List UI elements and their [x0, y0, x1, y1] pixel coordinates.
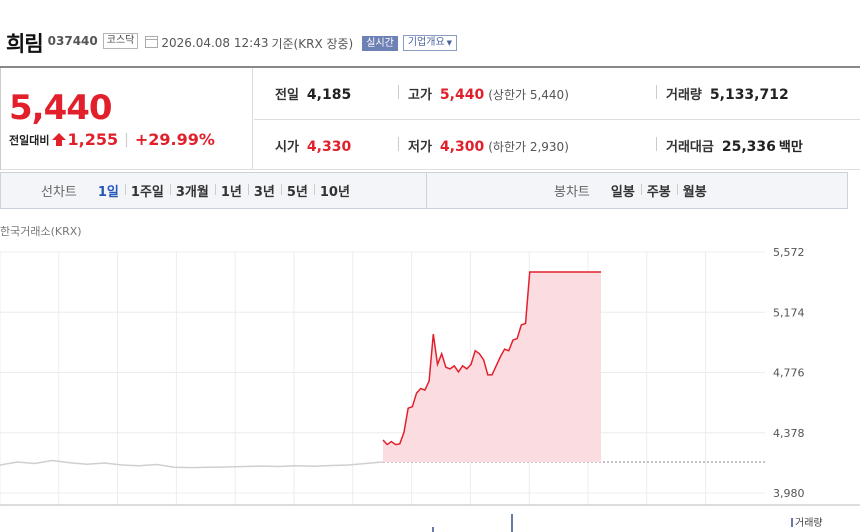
candle-chart-tabs: 봉차트 일봉 주봉 월봉	[554, 173, 713, 208]
market-badge: 코스닥	[102, 33, 139, 49]
stat-value: 5,133,712	[709, 87, 789, 103]
change-percent: +29.99%	[134, 130, 215, 149]
company-overview-button[interactable]: 기업개요 ▼	[402, 35, 458, 51]
stat-prev-close: 전일 4,185	[275, 84, 351, 103]
realtime-badge[interactable]: 실시간	[362, 35, 398, 51]
y-tick-label: 3,980	[773, 487, 805, 500]
chevron-down-icon: ▼	[446, 39, 453, 47]
y-tick-label: 4,378	[773, 427, 805, 440]
stat-label: 전일	[275, 88, 299, 103]
today-area-fill	[383, 271, 601, 462]
tab-10year[interactable]: 10년	[313, 181, 356, 200]
line-chart-tabs: 선차트 1일 1주일 3개월 1년 3년 5년 10년	[41, 173, 356, 208]
tab-3month[interactable]: 3개월	[169, 181, 215, 200]
volume-label: 거래량	[791, 514, 823, 529]
tab-1year[interactable]: 1년	[214, 181, 248, 200]
divider: |	[124, 131, 129, 148]
y-tick-label: 4,776	[773, 367, 805, 380]
change-amount: 1,255	[67, 130, 119, 149]
tab-1day[interactable]: 1일	[92, 181, 125, 200]
tab-daily-candle[interactable]: 일봉	[605, 181, 641, 200]
up-arrow-icon	[52, 133, 67, 146]
stat-value: 25,336	[721, 138, 776, 155]
tab-monthly-candle[interactable]: 월봉	[676, 181, 713, 200]
stat-label: 시가	[275, 139, 299, 155]
stat-value: 4,185	[306, 87, 352, 103]
stat-unit: 백만	[778, 139, 803, 155]
tab-divider	[426, 173, 427, 208]
tab-1week[interactable]: 1주일	[124, 181, 170, 200]
stat-value: 4,330	[306, 138, 352, 155]
company-overview-label: 기업개요	[407, 37, 445, 48]
price-summary: 5,440 전일대비 1,255 | +29.99% 전일 4,185 고가 5…	[0, 66, 860, 170]
stat-low: 저가 4,300 (하한가 2,930)	[408, 136, 569, 155]
stat-volume: 거래량 5,133,712	[666, 84, 789, 103]
stat-label: 거래대금	[666, 139, 714, 155]
change-label: 전일대비	[9, 133, 50, 147]
candle-chart-label: 봉차트	[554, 185, 590, 200]
current-price: 5,440	[9, 88, 113, 128]
divider	[398, 85, 399, 99]
chart-svg: 5,572 5,174 4,776 4,378 3,980	[0, 246, 860, 532]
divider	[398, 137, 399, 151]
stats-row-2: 시가 4,330 저가 4,300 (하한가 2,930) 거래대금 25,33…	[254, 119, 860, 170]
stock-name[interactable]: 희림	[6, 28, 44, 58]
price-chart[interactable]: 한국거래소(KRX) 5,572 5,174 4,776 4,378 3,980 거래량	[0, 218, 860, 532]
stat-high: 고가 5,440 (상한가 5,440)	[408, 84, 569, 103]
stat-trade-value: 거래대금 25,336 백만	[666, 136, 803, 155]
chart-tabs: 선차트 1일 1주일 3개월 1년 3년 5년 10년 봉차트 일봉 주봉 월봉	[0, 172, 848, 209]
calendar-icon	[145, 36, 159, 48]
stat-note: (하한가 2,930)	[488, 139, 569, 154]
stat-value: 4,300	[439, 138, 485, 155]
y-tick-label: 5,572	[773, 246, 805, 259]
stat-note: (상한가 5,440)	[488, 88, 569, 102]
divider	[656, 85, 657, 99]
line-chart-label: 선차트	[41, 185, 77, 200]
tab-weekly-candle[interactable]: 주봉	[640, 181, 677, 200]
stock-code: 037440	[47, 34, 98, 48]
tab-5year[interactable]: 5년	[280, 181, 314, 200]
quote-basis: 기준(KRX 장중)	[271, 36, 354, 51]
stat-value: 5,440	[439, 87, 485, 103]
price-change-row: 전일대비 1,255 | +29.99%	[9, 130, 215, 149]
y-tick-label: 5,174	[773, 306, 805, 319]
stat-open: 시가 4,330	[275, 136, 351, 155]
divider	[656, 137, 657, 151]
quote-datetime: 2026.04.08 12:43	[161, 36, 269, 50]
stats-row-1: 전일 4,185 고가 5,440 (상한가 5,440) 거래량 5,133,…	[254, 68, 860, 119]
current-price-box: 5,440 전일대비 1,255 | +29.99%	[0, 68, 253, 170]
previous-day-line	[0, 459, 384, 469]
tab-3year[interactable]: 3년	[247, 181, 281, 200]
price-stats: 전일 4,185 고가 5,440 (상한가 5,440) 거래량 5,133,…	[254, 68, 860, 170]
stat-label: 저가	[408, 139, 432, 155]
stat-label: 고가	[408, 88, 432, 103]
stat-label: 거래량	[666, 88, 702, 103]
stock-header: 희림 037440 코스닥 2026.04.08 12:43 기준(KRX 장중…	[0, 28, 860, 58]
